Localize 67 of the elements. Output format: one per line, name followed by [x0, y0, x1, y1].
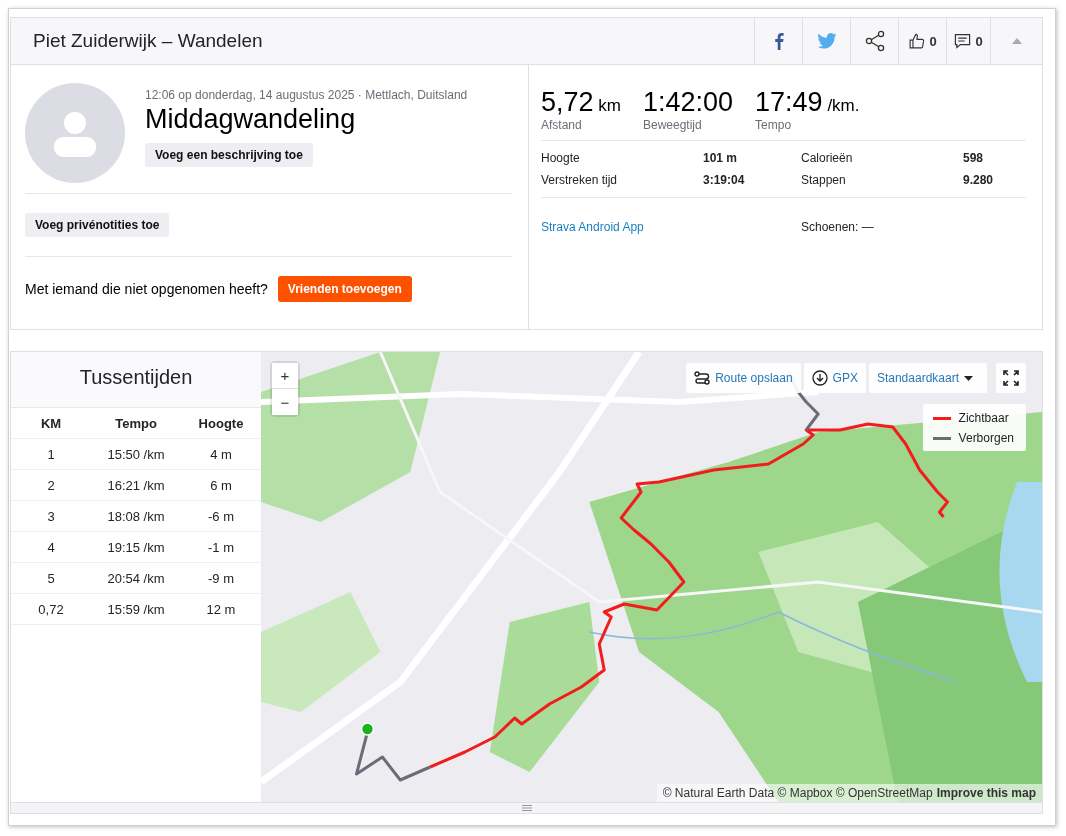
- legend-label: Verborgen: [958, 431, 1014, 445]
- fullscreen-icon: [1003, 370, 1019, 386]
- table-cell-text: 12 m: [205, 601, 237, 617]
- stat-value: 5,72 km: [541, 87, 621, 118]
- route-icon: [694, 371, 711, 385]
- stat-label: Tempo: [755, 118, 793, 132]
- column-header: Tempo: [114, 415, 158, 431]
- activity-meta: 12:06 op donderdag, 14 augustus 2025 · Mettlach, Duitsland: [145, 88, 468, 102]
- legend-label: Zichtbaar: [958, 411, 1009, 425]
- page-title: Piet Zuiderwijk – Wandelen: [32, 29, 264, 53]
- stat-value: 9.280: [963, 173, 995, 187]
- column-header: KM: [39, 415, 63, 431]
- table-cell-text: 15:50 /km: [106, 446, 166, 462]
- stat-value: 3:19:04: [703, 173, 746, 187]
- activity-name: Middagwandeling: [145, 104, 357, 135]
- table-cell-text: 3: [46, 508, 56, 524]
- caret-up-icon: [1011, 38, 1022, 44]
- stat-value: 598: [963, 151, 985, 165]
- table-cell-text: 19:15 /km: [106, 539, 166, 555]
- stat-label: Hoogte: [541, 151, 581, 165]
- add-description-button[interactable]: Voeg een beschrijving toe: [145, 143, 313, 167]
- stat-label: Verstreken tijd: [541, 173, 619, 187]
- comments-button[interactable]: 0: [946, 18, 990, 64]
- f-logo-icon: [773, 32, 784, 50]
- table-cell-text: 0,72: [37, 601, 65, 617]
- table-cell-text: 6 m: [209, 477, 233, 493]
- table-cell-text: 4: [46, 539, 56, 555]
- shoes-text: Schoenen: —: [801, 220, 875, 234]
- stat-value: 17:49 /km.: [755, 87, 860, 118]
- drag-handle-icon: [521, 805, 532, 811]
- fullscreen-button[interactable]: [996, 363, 1026, 393]
- splits-title: Tussentijden: [11, 352, 261, 408]
- download-icon: [811, 370, 828, 386]
- table-cell-text: 18:08 /km: [106, 508, 166, 524]
- stat-value: 101 m: [703, 151, 739, 165]
- table-cell-text: 4 m: [209, 446, 233, 462]
- friends-prompt: Met iemand die niet opgenomen heeft?: [25, 281, 268, 297]
- map-attribution: © Natural Earth Data © Mapbox © OpenStreetMap: [662, 786, 933, 800]
- table-cell-text: 15:59 /km: [106, 601, 166, 617]
- table-cell-text: -6 m: [207, 508, 235, 524]
- stat-label: Calorieën: [801, 151, 854, 165]
- kudos-button[interactable]: 0: [898, 18, 946, 64]
- table-cell-text: 2: [46, 477, 56, 493]
- table-cell-text: 1: [46, 446, 56, 462]
- device-link[interactable]: Strava Android App: [541, 220, 644, 234]
- column-header: Hoogte: [197, 415, 245, 431]
- add-notes-button[interactable]: Voeg privénotities toe: [25, 213, 170, 237]
- stat-label: Beweegtijd: [642, 118, 703, 132]
- person-icon: [51, 109, 99, 157]
- zoom-in-button[interactable]: +: [272, 363, 298, 389]
- share-icon: [863, 30, 886, 52]
- table-cell-text: 20:54 /km: [106, 570, 166, 586]
- table-cell-text: 16:21 /km: [106, 477, 166, 493]
- caret-down-icon: [964, 375, 973, 381]
- map-style-dropdown[interactable]: Standaardkaart: [868, 363, 987, 393]
- thumbs-up-icon: [908, 32, 926, 50]
- comment-icon: [954, 33, 972, 49]
- gpx-download-button[interactable]: GPX: [803, 363, 866, 393]
- bird-icon: [816, 33, 837, 49]
- improve-map-link[interactable]: Improve this map: [936, 786, 1036, 800]
- stat-value: 1:42:00: [642, 87, 734, 118]
- table-cell-text: -1 m: [207, 539, 235, 555]
- table-cell-text: -9 m: [207, 570, 235, 586]
- stat-label: Afstand: [541, 118, 583, 132]
- save-route-button[interactable]: Route opslaan: [686, 363, 801, 393]
- table-cell-text: 5: [46, 570, 56, 586]
- stat-label: Stappen: [801, 173, 847, 187]
